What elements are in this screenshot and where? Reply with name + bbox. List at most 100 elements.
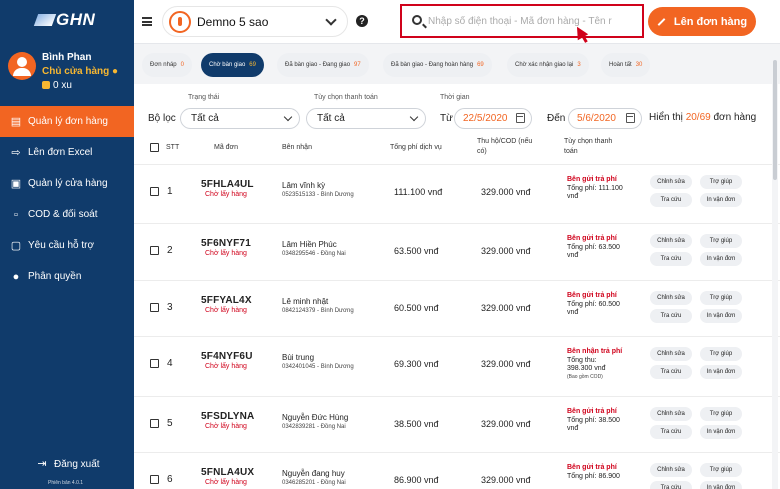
logo-mark-icon (33, 14, 57, 26)
table-row[interactable]: 6 5FNLA4UX Chờ lấy hàng Nguyễn đang huy 0346… (134, 452, 780, 489)
receiver-phone-province: 0842124379 - Bình Dương (282, 308, 354, 314)
row-checkbox[interactable] (150, 359, 159, 368)
sidebar-nav: ▤ Quản lý đơn hàng ⇨ Lên đơn Excel ▣ Quả… (0, 106, 134, 292)
excel-icon: ⇨ (11, 146, 21, 159)
location-pin-icon (169, 11, 191, 33)
logout-label: Đăng xuất (54, 458, 100, 470)
row-checkbox[interactable] (150, 246, 159, 255)
row-stt: 6 (167, 474, 173, 485)
tab-returning[interactable]: Đã bàn giao - Đang hoàn hàng 69 (383, 53, 492, 77)
tab-draft[interactable]: Đơn nháp 0 (142, 53, 192, 77)
store-select[interactable]: Demno 5 sao (162, 6, 348, 37)
cod-amount: 329.000 vnđ (481, 303, 531, 313)
role-user-icon: ● (112, 66, 119, 77)
table-row[interactable]: 5 5FSDLYNA Chờ lấy hàng Nguyễn Đức Hùng 0342… (134, 396, 780, 452)
order-code[interactable]: 5F4NYF6U (201, 351, 253, 362)
sidebar-item-order-management[interactable]: ▤ Quản lý đơn hàng (0, 106, 134, 137)
users-icon: ● (12, 270, 20, 283)
from-date-input[interactable]: 22/5/2020 (454, 108, 532, 129)
order-status: Chờ lấy hàng (205, 423, 247, 430)
payment-filter-select[interactable]: Tất cả (306, 108, 426, 129)
support-icon: ▢ (10, 239, 22, 252)
header-code: Mã đơn (214, 144, 239, 151)
help-button[interactable]: Trợ giúp (700, 175, 742, 189)
tab-confirm-redelivery[interactable]: Chờ xác nhận giao lại 3 (507, 53, 589, 77)
row-checkbox[interactable] (150, 303, 159, 312)
order-code[interactable]: 5F6NYF71 (201, 238, 251, 249)
order-code[interactable]: 5FFYAL4X (201, 295, 252, 306)
tab-count: 30 (635, 62, 643, 68)
tab-count: 69 (249, 62, 256, 68)
edit-button[interactable]: Chỉnh sửa (650, 234, 692, 248)
to-date-input[interactable]: 5/6/2020 (568, 108, 642, 129)
print-waybill-button[interactable]: In vận đơn (700, 365, 742, 379)
receiver-name: Nguyễn đang huy (282, 469, 345, 478)
payment-total-line1: Tổng phí: 111.100 (567, 185, 623, 192)
tab-completed[interactable]: Hoàn tất 30 (601, 53, 651, 77)
print-waybill-button[interactable]: In vận đơn (700, 252, 742, 266)
print-waybill-button[interactable]: In vận đơn (700, 193, 742, 207)
lookup-button[interactable]: Tra cứu (650, 252, 692, 266)
edit-button[interactable]: Chỉnh sửa (650, 291, 692, 305)
tab-awaiting-handover[interactable]: Chờ bàn giao 69 (201, 53, 264, 77)
service-fee: 111.100 vnđ (394, 187, 443, 197)
order-code[interactable]: 5FSDLYNA (201, 411, 254, 422)
header-payment: Tùy chọn thanh toán (564, 137, 612, 157)
tab-delivering[interactable]: Đã bàn giao - Đang giao 97 (277, 53, 369, 77)
service-fee: 86.900 vnđ (394, 475, 439, 485)
sidebar-item-permissions[interactable]: ● Phân quyền (0, 261, 134, 292)
create-order-button[interactable]: Lên đơn hàng (648, 7, 756, 36)
help-icon[interactable]: ? (356, 15, 368, 27)
print-waybill-button[interactable]: In vận đơn (700, 425, 742, 439)
help-button[interactable]: Trợ giúp (700, 347, 742, 361)
user-profile[interactable]: Bình Phan Chủ cửa hàng ● 0 xu (8, 50, 132, 91)
sidebar-item-excel-upload[interactable]: ⇨ Lên đơn Excel (0, 137, 134, 168)
lookup-button[interactable]: Tra cứu (650, 309, 692, 323)
receiver-name: Lê minh nhật (282, 297, 329, 306)
help-button[interactable]: Trợ giúp (700, 463, 742, 477)
ghn-logo[interactable]: GHN (33, 10, 95, 30)
user-coins-text: 0 xu (53, 80, 72, 91)
menu-toggle-icon[interactable] (142, 17, 152, 26)
edit-button[interactable]: Chỉnh sửa (650, 347, 692, 361)
time-filter-label: Thời gian (440, 94, 470, 101)
filter-title: Bộ lọc (148, 113, 176, 124)
sidebar-item-label: COD & đối soát (28, 209, 98, 220)
table-row[interactable]: 4 5F4NYF6U Chờ lấy hàng Bùi trung 0342401045… (134, 336, 780, 396)
lookup-button[interactable]: Tra cứu (650, 193, 692, 207)
print-waybill-button[interactable]: In vận đơn (700, 309, 742, 323)
search-input[interactable] (428, 13, 640, 29)
sidebar-item-store-management[interactable]: ▣ Quản lý cửa hàng (0, 168, 134, 199)
help-button[interactable]: Trợ giúp (700, 407, 742, 421)
receiver-name: Lâm vĩnh kỳ (282, 181, 326, 190)
order-status: Chờ lấy hàng (205, 307, 247, 314)
select-all-checkbox[interactable] (150, 143, 159, 152)
create-order-label: Lên đơn hàng (673, 15, 748, 28)
row-checkbox[interactable] (150, 187, 159, 196)
table-row[interactable]: 2 5F6NYF71 Chờ lấy hàng Lâm Hiền Phúc 034829… (134, 223, 780, 280)
from-label: Từ (440, 113, 453, 124)
help-button[interactable]: Trợ giúp (700, 291, 742, 305)
table-row[interactable]: 3 5FFYAL4X Chờ lấy hàng Lê minh nhật 0842124… (134, 280, 780, 336)
scrollbar-thumb[interactable] (773, 60, 777, 180)
help-button[interactable]: Trợ giúp (700, 234, 742, 248)
lookup-button[interactable]: Tra cứu (650, 365, 692, 379)
status-filter-select[interactable]: Tất cả (180, 108, 300, 129)
order-status: Chờ lấy hàng (205, 363, 247, 370)
order-code[interactable]: 5FNLA4UX (201, 467, 254, 478)
sidebar-item-support-request[interactable]: ▢ Yêu cầu hỗ trợ (0, 230, 134, 261)
lookup-button[interactable]: Tra cứu (650, 481, 692, 489)
edit-button[interactable]: Chỉnh sửa (650, 175, 692, 189)
print-waybill-button[interactable]: In vận đơn (700, 481, 742, 489)
receiver-phone-province: 0346285201 - Đồng Nai (282, 480, 346, 486)
sidebar-item-cod-reconciliation[interactable]: ▫ COD & đối soát (0, 199, 134, 230)
edit-button[interactable]: Chỉnh sửa (650, 407, 692, 421)
row-checkbox[interactable] (150, 475, 159, 484)
payment-total-line2: vnđ (567, 309, 579, 316)
order-code[interactable]: 5FHLA4UL (201, 179, 254, 190)
logout-button[interactable]: ⇥ Đăng xuất (36, 458, 100, 470)
table-row[interactable]: 1 5FHLA4UL Chờ lấy hàng Lâm vĩnh kỳ 05235151… (134, 164, 780, 223)
edit-button[interactable]: Chỉnh sửa (650, 463, 692, 477)
lookup-button[interactable]: Tra cứu (650, 425, 692, 439)
row-checkbox[interactable] (150, 419, 159, 428)
